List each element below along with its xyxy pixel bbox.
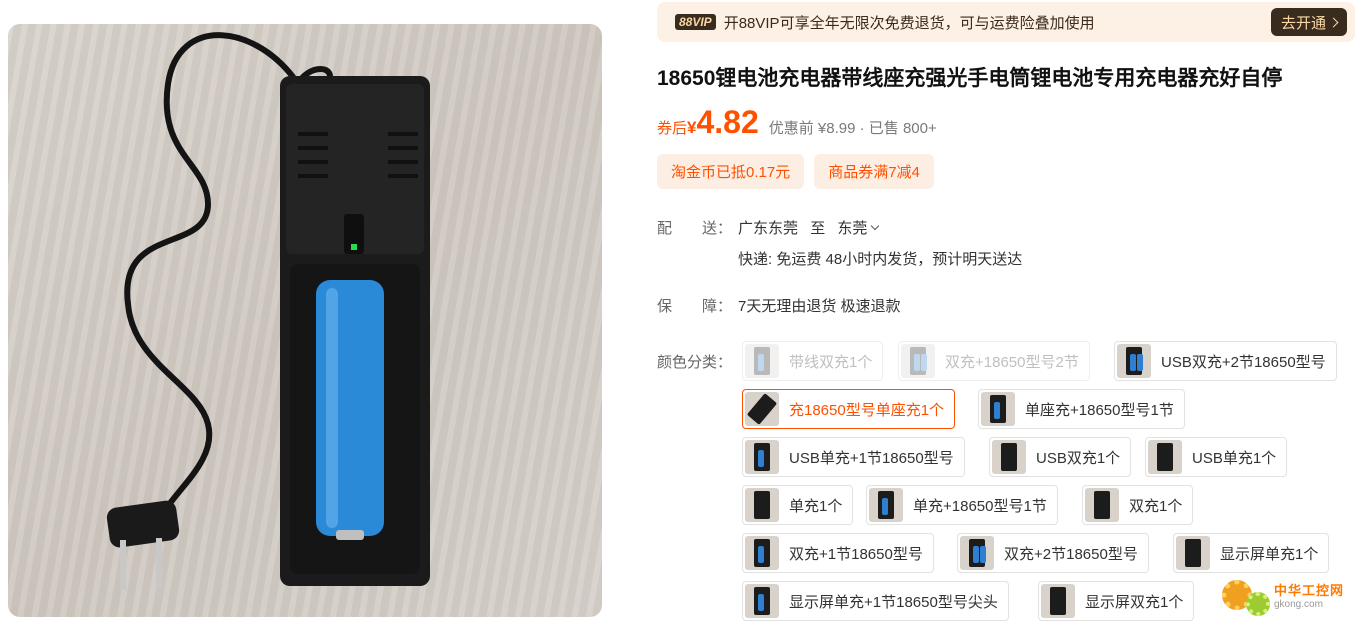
- sku-thumbnail: [1148, 440, 1182, 474]
- price-prefix: 券后: [657, 120, 688, 137]
- sku-option[interactable]: USB单充1个: [1145, 437, 1288, 477]
- sku-thumbnail: [1176, 536, 1210, 570]
- coupon-list: 淘金币已抵0.17元 商品券满7减4: [657, 154, 934, 189]
- sku-option[interactable]: 显示屏双充1个: [1038, 581, 1195, 621]
- cable: [124, 32, 301, 526]
- sku-option-label: USB单充+1节18650型号: [789, 449, 954, 467]
- guarantee-text[interactable]: 7天无理由退货 极速退款: [738, 295, 901, 316]
- sku-thumbnail: [992, 440, 1026, 474]
- sku-thumbnail: [745, 440, 779, 474]
- ship-to-city: 东莞: [837, 220, 868, 237]
- shipping-route: 广东东莞 至 东莞: [738, 217, 880, 238]
- sku-option[interactable]: USB双充1个: [989, 437, 1132, 477]
- currency-symbol: ¥: [687, 118, 697, 137]
- gear-icon: [1246, 592, 1270, 616]
- vip-promo-banner: 88VIP 开88VIP可享全年无限次免费退货，可与运费险叠加使用 去开通: [657, 2, 1355, 42]
- sku-label: 颜色分类：: [657, 354, 733, 371]
- sku-option-label: 双充+2节18650型号: [1004, 545, 1138, 563]
- coupon-taojinbi[interactable]: 淘金币已抵0.17元: [657, 154, 805, 189]
- watermark-logo: 中华工控网 gkong.com: [1222, 572, 1352, 618]
- sku-option[interactable]: 显示屏单充1个: [1173, 533, 1330, 573]
- charger-photo-graphic: [106, 32, 430, 590]
- sku-thumbnail: [1117, 344, 1151, 378]
- price-row: 券后 ¥ 4.82 优惠前 ¥8.99 · 已售 800+: [657, 104, 937, 141]
- sku-option[interactable]: 双充+18650型号2节: [898, 341, 1090, 381]
- sku-option-label: 显示屏双充1个: [1085, 593, 1184, 611]
- sku-option-label: 显示屏单充1个: [1220, 545, 1319, 563]
- sku-thumbnail: [745, 536, 779, 570]
- sku-thumbnail: [869, 488, 903, 522]
- sku-thumbnail: [1041, 584, 1075, 618]
- sku-option[interactable]: 双充+2节18650型号: [957, 533, 1149, 573]
- coupon-product[interactable]: 商品券满7减4: [814, 154, 934, 189]
- chevron-right-icon: [1328, 17, 1339, 27]
- sku-option[interactable]: 显示屏单充+1节18650型号尖头: [742, 581, 1009, 621]
- sku-thumbnail: [1085, 488, 1119, 522]
- chevron-down-icon: [871, 221, 880, 230]
- sku-option[interactable]: 单充1个: [742, 485, 854, 525]
- plug: [106, 500, 180, 590]
- sku-option-label: 双充+1节18650型号: [789, 545, 923, 563]
- sku-option-label: 带线双充1个: [789, 353, 873, 371]
- sku-thumbnail: [745, 344, 779, 378]
- sku-option-label: 显示屏单充+1节18650型号尖头: [789, 593, 998, 611]
- sku-option[interactable]: USB双充+2节18650型号: [1114, 341, 1337, 381]
- sku-option[interactable]: 双充+1节18650型号: [742, 533, 934, 573]
- watermark-text: 中华工控网 gkong.com: [1274, 580, 1344, 610]
- vip-activate-button[interactable]: 去开通: [1270, 8, 1347, 36]
- battery-18650: [316, 280, 384, 540]
- sku-thumbnail: [745, 488, 779, 522]
- sku-option[interactable]: 单座充+18650型号1节: [978, 389, 1185, 429]
- price-value: 4.82: [696, 104, 759, 140]
- shipping-detail: 快递: 免运费 48小时内发货，预计明天送达: [738, 251, 1023, 268]
- watermark-url: gkong.com: [1274, 599, 1323, 610]
- product-title: 18650锂电池充电器带线座充强光手电筒锂电池专用充电器充好自停: [657, 67, 1283, 90]
- vip-activate-label: 去开通: [1280, 14, 1326, 32]
- watermark-name: 中华工控网: [1274, 583, 1345, 598]
- shipping-label: 配 送：: [657, 220, 733, 237]
- product-main-image[interactable]: [8, 24, 602, 617]
- ship-from: 广东东莞: [738, 220, 799, 237]
- sku-option-label: USB双充+2节18650型号: [1161, 353, 1326, 371]
- sku-thumbnail: [960, 536, 994, 570]
- guarantee-label: 保 障：: [657, 298, 733, 315]
- sku-option[interactable]: 单充+18650型号1节: [866, 485, 1058, 525]
- vip-badge: 88VIP: [675, 14, 716, 30]
- sku-option[interactable]: 带线双充1个: [742, 341, 884, 381]
- ship-to-word: 至: [810, 220, 826, 237]
- sku-thumbnail: [901, 344, 935, 378]
- vip-promo-text: 开88VIP可享全年无限次免费退货，可与运费险叠加使用: [723, 14, 1095, 32]
- sku-option-label: 双充+18650型号2节: [945, 353, 1079, 371]
- sku-option-label: 单座充+18650型号1节: [1025, 401, 1174, 419]
- sku-option-label: 充18650型号单座充1个: [789, 401, 945, 419]
- sku-option-selected[interactable]: 充18650型号单座充1个: [742, 389, 956, 429]
- sku-thumbnail: [981, 392, 1015, 426]
- ship-to-selector[interactable]: 东莞: [837, 217, 880, 238]
- sku-option-label: USB单充1个: [1192, 449, 1277, 467]
- sku-option[interactable]: USB单充+1节18650型号: [742, 437, 965, 477]
- sku-option-label: 单充+18650型号1节: [913, 497, 1047, 515]
- sku-option[interactable]: 双充1个: [1082, 485, 1194, 525]
- sku-option-label: 单充1个: [789, 497, 843, 515]
- sku-thumbnail: [745, 392, 779, 426]
- sku-option-label: USB双充1个: [1036, 449, 1121, 467]
- sku-option-label: 双充1个: [1129, 497, 1183, 515]
- sku-thumbnail: [745, 584, 779, 618]
- price-meta: 优惠前 ¥8.99 · 已售 800+: [768, 120, 937, 137]
